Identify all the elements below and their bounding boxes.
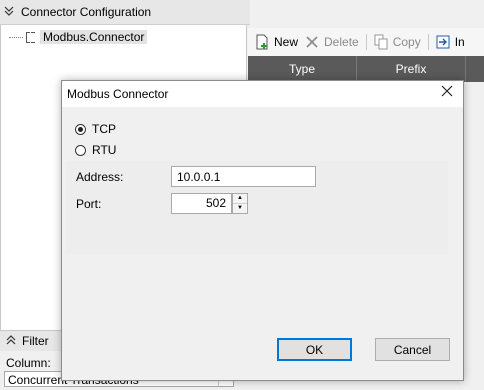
toolbar-separator <box>365 34 367 50</box>
delete-button[interactable]: Delete <box>304 34 359 50</box>
cancel-button-label: Cancel <box>393 342 432 357</box>
port-input[interactable]: 502 <box>171 193 232 214</box>
tree-item-label: Modbus.Connector <box>40 30 148 44</box>
radio-tcp-label: TCP <box>92 122 116 136</box>
import-icon <box>435 34 451 50</box>
column-header-type[interactable]: Type <box>248 56 357 82</box>
radio-tcp[interactable]: TCP <box>75 122 116 136</box>
delete-icon <box>304 34 320 50</box>
radio-rtu-indicator[interactable] <box>75 144 86 156</box>
address-label: Address: <box>76 170 124 184</box>
radio-tcp-indicator[interactable] <box>75 123 86 135</box>
import-button[interactable]: In <box>435 34 465 50</box>
dialog-title: Modbus Connector <box>67 87 169 101</box>
connector-panel-title: Connector Configuration <box>21 5 152 19</box>
chevron-down-icon <box>4 6 18 19</box>
spinner-down-icon[interactable]: ▼ <box>233 204 247 213</box>
spinner-up-icon[interactable]: ▲ <box>233 194 247 204</box>
cancel-button[interactable]: Cancel <box>375 338 450 361</box>
delete-button-label: Delete <box>324 35 359 49</box>
port-spinner[interactable]: ▲ ▼ <box>232 193 248 214</box>
modbus-connector-dialog: Modbus Connector TCP RTU Address: Port: … <box>61 80 464 381</box>
new-button-label: New <box>274 35 299 49</box>
filter-panel-title: Filter <box>22 334 49 348</box>
toolbar: New Delete Copy In <box>248 28 484 56</box>
chevron-up-icon <box>6 334 16 348</box>
new-button[interactable]: New <box>254 34 298 50</box>
tree-item-modbus-connector[interactable]: Modbus.Connector <box>9 29 148 45</box>
copy-button-label: Copy <box>392 35 421 49</box>
radio-rtu[interactable]: RTU <box>75 143 116 157</box>
toolbar-separator <box>427 34 429 50</box>
ok-button[interactable]: OK <box>277 338 352 361</box>
new-document-icon <box>254 34 270 50</box>
import-button-label: In <box>454 35 465 49</box>
radio-rtu-label: RTU <box>92 143 117 157</box>
connector-panel-header[interactable]: Connector Configuration <box>0 0 250 25</box>
close-icon[interactable] <box>439 85 455 101</box>
tree-node-icon <box>25 31 37 43</box>
dialog-titlebar[interactable]: Modbus Connector <box>62 81 463 107</box>
ok-button-label: OK <box>305 342 324 357</box>
port-label: Port: <box>76 197 102 211</box>
grid-header: Type Prefix <box>248 56 484 82</box>
copy-icon <box>373 34 389 50</box>
filter-panel-header[interactable]: Filter <box>0 330 62 351</box>
column-label: Column: <box>6 356 51 370</box>
address-input[interactable] <box>171 166 316 187</box>
copy-button[interactable]: Copy <box>373 34 421 50</box>
tree-connector-line <box>9 36 23 38</box>
column-header-prefix[interactable]: Prefix <box>357 56 466 82</box>
